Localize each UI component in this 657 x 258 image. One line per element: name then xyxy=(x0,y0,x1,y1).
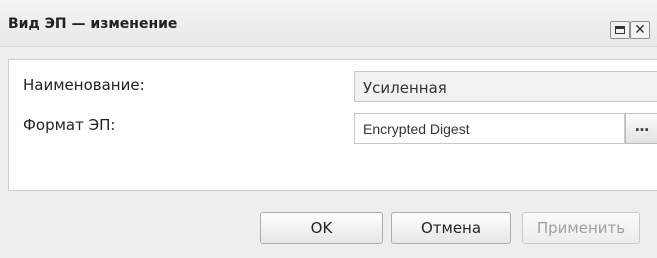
dialog-title: Вид ЭП — изменение xyxy=(8,16,178,32)
apply-button[interactable]: Применить xyxy=(522,212,640,244)
name-label: Наименование: xyxy=(23,76,145,94)
maximize-button[interactable] xyxy=(610,21,630,39)
close-button[interactable]: ✕ xyxy=(630,21,650,39)
format-lookup-button[interactable]: ... xyxy=(625,113,657,144)
ok-button[interactable]: OK xyxy=(260,212,383,244)
form-panel: Наименование: Усиленная Формат ЭП: Encry… xyxy=(8,59,657,191)
dialog-titlebar[interactable]: Вид ЭП — изменение ✕ xyxy=(0,0,657,47)
format-field[interactable]: Encrypted Digest xyxy=(354,113,625,144)
dialog-window: Вид ЭП — изменение ✕ Наименование: Усиле… xyxy=(0,0,657,258)
close-icon: ✕ xyxy=(634,22,646,38)
maximize-icon xyxy=(615,26,625,34)
cancel-button[interactable]: Отмена xyxy=(391,212,511,244)
name-field[interactable]: Усиленная xyxy=(354,71,657,102)
format-label: Формат ЭП: xyxy=(23,116,116,134)
